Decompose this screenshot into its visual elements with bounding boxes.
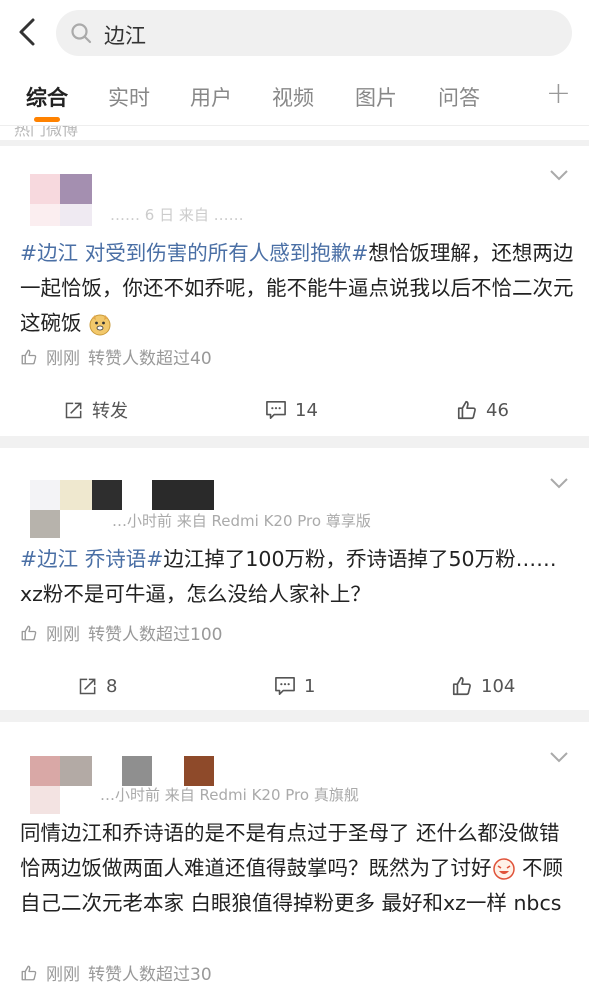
- repost-icon: [79, 678, 96, 695]
- like-button[interactable]: 104: [451, 660, 515, 712]
- like-info-line: 刚刚 转赞人数超过30: [20, 960, 212, 985]
- action-bar: 8 1 104: [0, 660, 589, 712]
- like-summary: 转赞人数超过40: [88, 349, 212, 369]
- chevron-down-icon[interactable]: [549, 750, 569, 764]
- post-body: 同情边江和乔诗语的是不是有点过于圣母了 还什么都没做错 恰两边饭做两面人难道还值…: [20, 821, 560, 880]
- repost-button[interactable]: 8: [78, 660, 117, 712]
- back-button[interactable]: [10, 14, 46, 50]
- back-arrow-icon: [19, 18, 35, 46]
- post-text: #边江 乔诗语#边江掉了100万粉，乔诗语掉了50万粉……xz粉不是可牛逼，怎么…: [20, 542, 576, 612]
- post-card[interactable]: …小时前 来自 Redmi K20 Pro 尊享版 #边江 乔诗语#边江掉了10…: [0, 448, 589, 710]
- like-count: 104: [481, 675, 516, 697]
- top-bar: 边江: [0, 0, 589, 64]
- like-button[interactable]: 46: [456, 384, 509, 436]
- like-count: 46: [486, 399, 509, 421]
- thumbs-up-icon: [21, 625, 37, 640]
- search-query: 边江: [104, 24, 146, 48]
- comment-icon: [275, 677, 295, 695]
- hashtag[interactable]: #边江 乔诗语#: [20, 547, 163, 571]
- thumbs-up-icon: [21, 965, 37, 980]
- post-time: 刚刚: [46, 965, 80, 985]
- repost-icon: [65, 402, 82, 419]
- post-time: 刚刚: [46, 625, 80, 645]
- search-icon: [71, 23, 92, 44]
- tab-qa[interactable]: 问答: [438, 82, 480, 112]
- avatar-blur: [30, 786, 60, 814]
- username-blur: [152, 480, 214, 510]
- repost-button[interactable]: 转发: [64, 384, 128, 436]
- post-meta: …小时前 来自 Redmi K20 Pro 真旗舰: [100, 786, 359, 804]
- comment-icon: [266, 401, 286, 419]
- comment-count: 1: [304, 675, 316, 697]
- avatar-blur: [60, 174, 92, 204]
- repost-label: 转发: [92, 401, 128, 422]
- action-bar: 转发 14 46: [0, 384, 589, 436]
- tab-images[interactable]: 图片: [355, 82, 397, 112]
- like-info-line: 刚刚 转赞人数超过100: [20, 620, 222, 645]
- post-card[interactable]: …… 6 日 来自 …… #边江 对受到伤害的所有人感到抱歉#想恰饭理解，还想两…: [0, 146, 589, 436]
- avatar-blur: [30, 480, 60, 510]
- tab-videos[interactable]: 视频: [272, 82, 314, 112]
- tab-bar: 综合 实时 用户 视频 图片 问答 +: [0, 64, 589, 126]
- repost-count: 8: [106, 675, 118, 697]
- active-tab-indicator: [34, 117, 60, 122]
- add-tab-icon[interactable]: +: [546, 76, 571, 111]
- post-time: 刚刚: [46, 349, 80, 369]
- doge-emoji-icon: [89, 314, 111, 336]
- chevron-down-icon[interactable]: [549, 476, 569, 490]
- like-summary: 转赞人数超过30: [88, 965, 212, 985]
- thumbs-up-icon: [452, 676, 471, 696]
- avatar-blur: [92, 480, 122, 510]
- username-blur: [122, 756, 152, 786]
- post-text: 同情边江和乔诗语的是不是有点过于圣母了 还什么都没做错 恰两边饭做两面人难道还值…: [20, 816, 576, 921]
- post-text: #边江 对受到伤害的所有人感到抱歉#想恰饭理解，还想两边一起恰饭，你还不如乔呢，…: [20, 236, 576, 341]
- post-meta: …… 6 日 来自 ……: [110, 206, 244, 224]
- post-meta: …小时前 来自 Redmi K20 Pro 尊享版: [112, 512, 371, 530]
- chevron-down-icon[interactable]: [549, 168, 569, 182]
- hashtag[interactable]: #边江 对受到伤害的所有人感到抱歉#: [20, 241, 368, 265]
- avatar-blur: [60, 480, 92, 510]
- hot-section-label: 热门微博: [14, 126, 79, 139]
- like-info-line: 刚刚 转赞人数超过40: [20, 344, 212, 369]
- thumbs-up-icon: [21, 349, 37, 364]
- avatar-blur: [60, 204, 92, 226]
- username-blur: [184, 756, 214, 786]
- section-header: 热门微博: [0, 126, 589, 140]
- laughing-emoji-icon: [492, 858, 515, 880]
- comment-button[interactable]: 14: [265, 384, 318, 436]
- search-input[interactable]: 边江: [56, 10, 572, 56]
- post-card[interactable]: …小时前 来自 Redmi K20 Pro 真旗舰 同情边江和乔诗语的是不是有点…: [0, 722, 589, 1000]
- tab-realtime[interactable]: 实时: [108, 82, 150, 112]
- comment-count: 14: [295, 399, 318, 421]
- avatar-blur: [30, 204, 60, 226]
- avatar-blur: [30, 510, 60, 538]
- avatar-blur: [60, 756, 92, 786]
- tab-all[interactable]: 综合: [26, 82, 68, 112]
- avatar-blur: [30, 174, 60, 204]
- comment-button[interactable]: 1: [274, 660, 315, 712]
- tab-users[interactable]: 用户: [190, 82, 232, 112]
- avatar-blur: [30, 756, 60, 786]
- like-summary: 转赞人数超过100: [88, 625, 223, 645]
- thumbs-up-icon: [457, 400, 476, 420]
